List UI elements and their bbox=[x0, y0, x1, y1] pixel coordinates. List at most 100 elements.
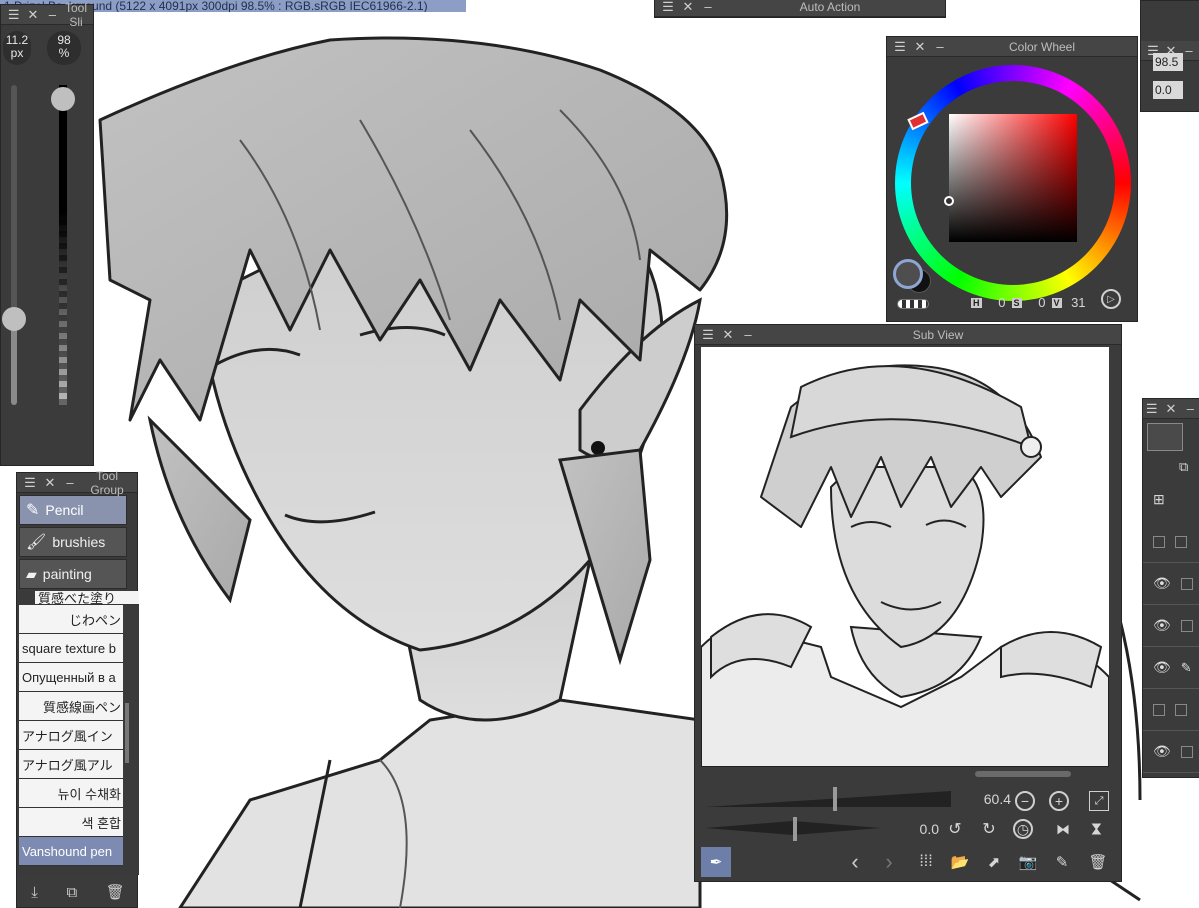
duplicate-icon[interactable]: ⧉ bbox=[66, 884, 77, 901]
sub-view-zoom-slider-knob[interactable] bbox=[832, 787, 837, 811]
layer-row[interactable] bbox=[1143, 521, 1199, 563]
zoom-out-icon[interactable]: − bbox=[1015, 791, 1035, 811]
previous-image-icon[interactable]: ‹ bbox=[845, 849, 865, 874]
opacity-slider[interactable] bbox=[51, 85, 75, 405]
sub-view-image[interactable] bbox=[701, 347, 1109, 767]
grid-view-icon[interactable]: ⁞⁞⁞ bbox=[915, 851, 937, 873]
panel-menu-icon[interactable]: ☰ bbox=[661, 0, 675, 13]
eye-icon[interactable]: 👁 bbox=[1153, 659, 1171, 676]
lock-box-icon[interactable] bbox=[1175, 535, 1187, 548]
close-icon[interactable]: ✕ bbox=[913, 40, 927, 53]
color-wheel-titlebar[interactable]: ☰ ✕ – Color Wheel bbox=[887, 37, 1137, 57]
tool-item-pencil[interactable]: ✎ Pencil bbox=[19, 495, 127, 525]
layer-shape-selector[interactable] bbox=[1147, 423, 1183, 451]
brush-item[interactable]: 質感べた塗り bbox=[35, 591, 139, 605]
tool-slider-titlebar[interactable]: ☰ ✕ – Tool Sli bbox=[1, 1, 93, 29]
lock-box-icon[interactable] bbox=[1180, 619, 1193, 632]
camera-icon[interactable]: 📷 bbox=[1017, 851, 1039, 873]
sub-view-zoom-slider[interactable] bbox=[705, 791, 951, 807]
tool-item-brushies[interactable]: 🖌 brushies bbox=[19, 527, 127, 557]
layer-row[interactable]: 👁 ✎ bbox=[1143, 647, 1199, 689]
close-icon[interactable]: ✕ bbox=[681, 0, 695, 13]
panel-menu-icon[interactable]: ☰ bbox=[7, 8, 20, 21]
layer-row[interactable]: 👁 bbox=[1143, 731, 1199, 773]
minimize-icon[interactable]: – bbox=[1184, 402, 1197, 415]
panel-menu-icon[interactable]: ☰ bbox=[893, 40, 907, 53]
brush-item[interactable]: アナログ風イン bbox=[19, 721, 123, 750]
new-layer-icon[interactable]: ⊞ bbox=[1153, 491, 1165, 508]
color-mode-toggle-icon[interactable]: ▷ bbox=[1101, 289, 1121, 309]
panel-menu-icon[interactable]: ☰ bbox=[23, 476, 37, 489]
trash-icon[interactable]: 🗑 bbox=[1087, 851, 1109, 873]
close-icon[interactable]: ✕ bbox=[721, 328, 735, 341]
edit-icon[interactable]: ✎ bbox=[1051, 851, 1073, 873]
panel-menu-icon[interactable]: ☰ bbox=[1145, 402, 1158, 415]
download-icon[interactable]: ⤓ bbox=[31, 884, 38, 901]
saturation-value-square[interactable] bbox=[944, 114, 1077, 242]
tool-group-panel: ☰ ✕ – Tool Group ✎ Pencil 🖌 brushies ▰ p… bbox=[16, 469, 139, 908]
minimize-icon[interactable]: – bbox=[46, 8, 59, 21]
close-icon[interactable]: ✕ bbox=[43, 476, 57, 489]
minimize-icon[interactable]: – bbox=[933, 40, 947, 53]
navigator-zoom-field[interactable]: 98.5 bbox=[1153, 53, 1183, 71]
layer-row[interactable]: 👁 bbox=[1143, 563, 1199, 605]
auto-action-titlebar[interactable]: ☰ ✕ – Auto Action bbox=[655, 0, 945, 17]
layer-row[interactable]: 👁 bbox=[1143, 605, 1199, 647]
open-folder-icon[interactable]: 📂 bbox=[949, 851, 971, 873]
main-color-swatch[interactable] bbox=[893, 259, 923, 289]
eye-icon[interactable]: 👁 bbox=[1153, 575, 1171, 592]
lock-box-icon[interactable] bbox=[1175, 703, 1187, 716]
brush-item[interactable]: Опущенный в а bbox=[19, 663, 123, 692]
trash-icon[interactable]: 🗑 bbox=[106, 883, 125, 901]
sub-view-rotation-slider-knob[interactable] bbox=[793, 817, 797, 841]
layer-stack-icon[interactable]: ⧉ bbox=[1179, 459, 1188, 475]
rotate-left-icon[interactable]: ↺ bbox=[945, 819, 965, 839]
brush-item[interactable]: square texture b bbox=[19, 634, 123, 663]
brush-size-slider-knob[interactable] bbox=[2, 306, 26, 331]
import-icon[interactable]: ⬈ bbox=[983, 851, 1005, 873]
minimize-icon[interactable]: – bbox=[63, 476, 77, 489]
rotate-right-icon[interactable]: ↻ bbox=[979, 819, 999, 839]
minimize-icon[interactable]: – bbox=[1183, 44, 1195, 57]
opacity-slider-knob[interactable] bbox=[51, 87, 75, 112]
color-picker-cursor[interactable] bbox=[944, 196, 954, 206]
paint-tube-icon: ▰ bbox=[26, 565, 37, 582]
flip-horizontal-icon[interactable]: ⧓ bbox=[1053, 819, 1073, 839]
brush-item[interactable]: 뉴이 수채화 bbox=[19, 779, 123, 808]
brush-item[interactable]: アナログ風アル bbox=[19, 750, 123, 779]
brush-item-selected[interactable]: Vanshound pen bbox=[19, 837, 123, 866]
brush-size-slider[interactable] bbox=[2, 85, 26, 405]
lock-box-icon[interactable] bbox=[1180, 745, 1193, 758]
minimize-icon[interactable]: – bbox=[701, 0, 715, 13]
tool-group-titlebar[interactable]: ☰ ✕ – Tool Group bbox=[17, 469, 137, 497]
eye-icon[interactable]: 👁 bbox=[1153, 617, 1171, 634]
visibility-box-icon[interactable] bbox=[1153, 703, 1165, 716]
panel-menu-icon[interactable]: ☰ bbox=[701, 328, 715, 341]
next-image-icon[interactable]: › bbox=[879, 849, 899, 874]
visibility-box-icon[interactable] bbox=[1153, 535, 1165, 548]
minimize-icon[interactable]: – bbox=[741, 328, 755, 341]
brush-list-scrollbar[interactable] bbox=[125, 703, 129, 763]
layer-row[interactable] bbox=[1143, 689, 1199, 731]
tool-item-painting[interactable]: ▰ painting bbox=[19, 559, 127, 589]
brush-item[interactable]: 質感線画ペン bbox=[19, 692, 123, 721]
close-icon[interactable]: ✕ bbox=[26, 8, 39, 21]
sub-view-titlebar[interactable]: ☰ ✕ – Sub View bbox=[695, 325, 1121, 345]
drawing-canvas[interactable]: 1 Drizel Background (5122 x 4091px 300dp… bbox=[0, 0, 1199, 908]
pen-icon[interactable]: ✎ bbox=[1181, 660, 1192, 676]
sub-view-hscrollbar[interactable] bbox=[975, 771, 1071, 777]
close-icon[interactable]: ✕ bbox=[1164, 402, 1177, 415]
flip-vertical-icon[interactable]: ⧓ bbox=[1087, 819, 1107, 839]
lock-box-icon[interactable] bbox=[1180, 577, 1193, 590]
brush-item[interactable]: 색 혼합 bbox=[19, 808, 123, 837]
reset-rotation-icon[interactable]: ◷ bbox=[1013, 819, 1033, 839]
zoom-in-icon[interactable]: + bbox=[1049, 791, 1069, 811]
eye-icon[interactable]: 👁 bbox=[1153, 743, 1171, 760]
layer-panel: ☰ ✕ – ⧉ ⊞ 👁 👁 👁 ✎ 👁 bbox=[1142, 398, 1199, 778]
layer-panel-titlebar[interactable]: ☰ ✕ – bbox=[1143, 399, 1199, 419]
brush-item[interactable]: じわペン bbox=[19, 605, 123, 634]
navigator-angle-field[interactable]: 0.0 bbox=[1153, 81, 1183, 99]
fit-view-icon[interactable]: ⤢ bbox=[1089, 791, 1109, 811]
transparent-color-icon[interactable] bbox=[897, 299, 929, 309]
eyedropper-icon[interactable]: ✒ bbox=[701, 847, 731, 877]
